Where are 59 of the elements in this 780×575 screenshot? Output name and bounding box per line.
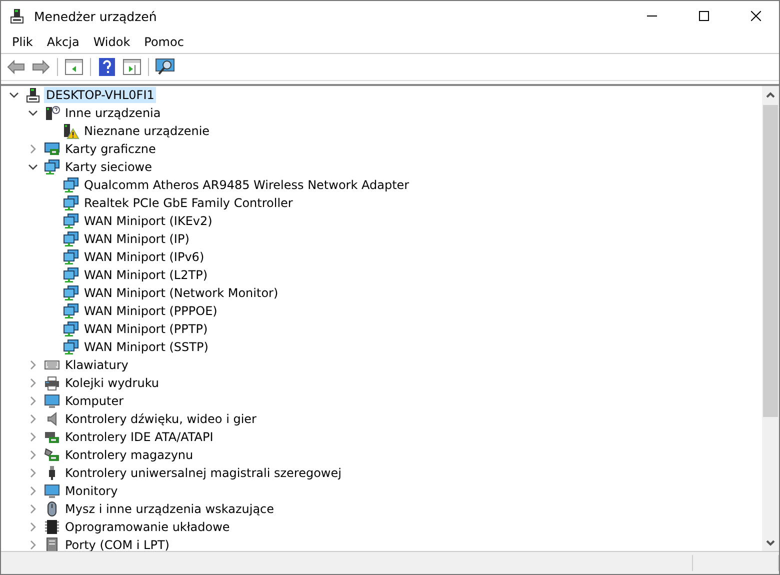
scrollbar-thumb[interactable] — [763, 105, 778, 417]
tree-item[interactable]: Kontrolery IDE ATA/ATAPI — [63, 429, 216, 445]
display-adapter-icon — [44, 141, 60, 157]
network-adapter-icon — [63, 231, 79, 247]
chip-icon — [44, 519, 60, 535]
network-adapter-icon — [63, 303, 79, 319]
action-pane-button[interactable] — [121, 56, 143, 78]
tree-item[interactable]: Karty graficzne — [63, 141, 158, 157]
close-icon[interactable] — [751, 11, 761, 21]
tree-item[interactable]: Qualcomm Atheros AR9485 Wireless Network Adapter — [82, 177, 412, 193]
help-button[interactable] — [96, 56, 118, 78]
tree-item[interactable]: Mysz i inne urządzenia wskazujące — [63, 501, 276, 517]
tree-item[interactable]: Kolejki wydruku — [63, 375, 162, 391]
network-adapter-icon — [63, 249, 79, 265]
window-title: Menedżer urządzeń — [34, 8, 158, 24]
computer-icon — [9, 8, 25, 24]
menu-item[interactable]: Akcja — [40, 35, 86, 49]
tree-item[interactable]: WAN Miniport (PPPOE) — [82, 303, 220, 319]
tree-item[interactable]: Karty sieciowe — [63, 159, 154, 175]
network-adapter-icon — [63, 177, 79, 193]
network-adapter-icon — [63, 321, 79, 337]
tree-item[interactable]: Kontrolery magazynu — [63, 447, 196, 463]
tree-item[interactable]: WAN Miniport (SSTP) — [82, 339, 210, 355]
tree-item[interactable]: Klawiatury — [63, 357, 130, 373]
tree-item[interactable]: DESKTOP-VHL0FI1 — [44, 87, 156, 103]
network-adapter-icon — [44, 159, 60, 175]
tree-item[interactable]: WAN Miniport (Network Monitor) — [82, 285, 280, 301]
computer-icon — [25, 87, 41, 103]
monitor-icon — [44, 483, 60, 499]
tree-item[interactable]: Inne urządzenia — [63, 105, 163, 121]
monitor-icon — [44, 393, 60, 409]
storage-controller-icon — [44, 447, 60, 463]
tree-item[interactable]: Oprogramowanie układowe — [63, 519, 232, 535]
unknown-device-icon — [44, 105, 60, 121]
warning-device-icon — [63, 123, 79, 139]
network-adapter-icon — [63, 267, 79, 283]
port-icon — [44, 537, 60, 551]
network-adapter-icon — [63, 285, 79, 301]
network-adapter-icon — [63, 213, 79, 229]
menu-item[interactable]: Pomoc — [137, 35, 191, 49]
network-adapter-icon — [63, 339, 79, 355]
controller-card-icon — [44, 429, 60, 445]
tree-item[interactable]: Komputer — [63, 393, 126, 409]
tree-item[interactable]: WAN Miniport (IKEv2) — [82, 213, 214, 229]
tree-item[interactable]: WAN Miniport (IP) — [82, 231, 192, 247]
tree-item[interactable]: WAN Miniport (IPv6) — [82, 249, 206, 265]
tree-item[interactable]: Nieznane urządzenie — [82, 123, 212, 139]
tree-item[interactable]: WAN Miniport (L2TP) — [82, 267, 210, 283]
tree-item[interactable]: Kontrolery uniwersalnej magistrali szeregowej — [63, 465, 344, 481]
console-tree-button[interactable] — [63, 56, 85, 78]
menu-item[interactable]: Plik — [5, 35, 40, 49]
tree-item[interactable]: Realtek PCIe GbE Family Controller — [82, 195, 295, 211]
tree-item[interactable]: Kontrolery dźwięku, wideo i gier — [63, 411, 258, 427]
network-adapter-icon — [63, 195, 79, 211]
tree-item[interactable]: Monitory — [63, 483, 120, 499]
printer-icon — [44, 375, 60, 391]
tree-item[interactable]: WAN Miniport (PPTP) — [82, 321, 210, 337]
maximize-icon[interactable] — [699, 11, 709, 21]
menu-item[interactable]: Widok — [86, 35, 138, 49]
